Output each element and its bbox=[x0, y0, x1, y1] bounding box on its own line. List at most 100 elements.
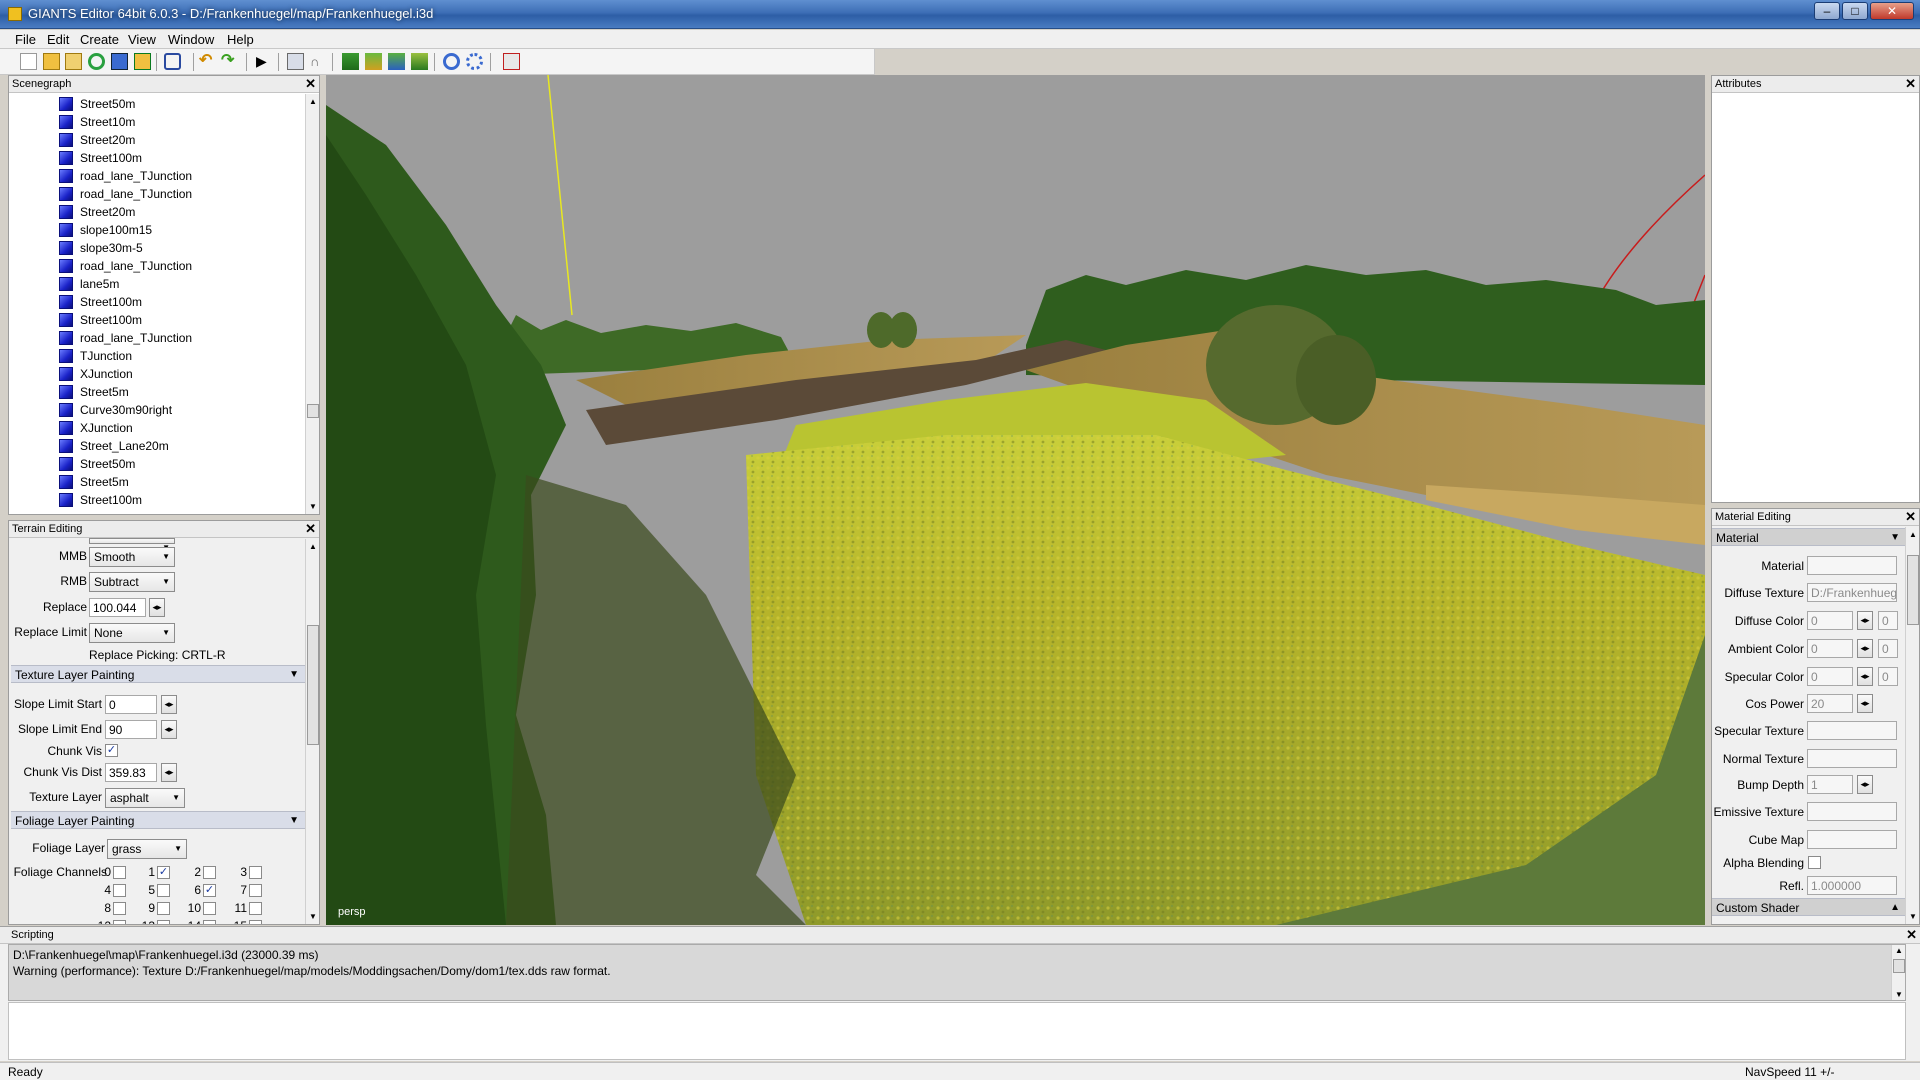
scroll-up-icon[interactable]: ▲ bbox=[306, 97, 320, 106]
scenegraph-node[interactable]: Street50m bbox=[59, 455, 135, 473]
specular-texture-field[interactable] bbox=[1807, 721, 1897, 740]
terrain-close-icon[interactable]: ✕ bbox=[305, 521, 316, 537]
specular-color-field-2[interactable]: 0 bbox=[1878, 667, 1898, 686]
scenegraph-node[interactable]: Curve30m90right bbox=[59, 401, 172, 419]
material-scrollbar[interactable]: ▲ ▼ bbox=[1905, 527, 1919, 924]
chunk-vis-checkbox[interactable]: ✓ bbox=[105, 744, 118, 757]
slope-start-input[interactable]: 0 bbox=[105, 695, 157, 714]
diffuse-color-field[interactable]: 0 bbox=[1807, 611, 1853, 630]
replace-input[interactable]: 100.044 bbox=[89, 598, 146, 617]
scroll-up-icon[interactable]: ▲ bbox=[306, 542, 319, 551]
attributes-close-icon[interactable]: ✕ bbox=[1905, 76, 1916, 92]
scenegraph-close-icon[interactable]: ✕ bbox=[305, 76, 316, 92]
channel-checkbox[interactable] bbox=[157, 902, 170, 915]
bump-depth-spin-icon[interactable]: ◂▸ bbox=[1857, 775, 1873, 794]
scenegraph-node[interactable]: road_lane_TJunction bbox=[59, 329, 192, 347]
rotate-icon[interactable] bbox=[443, 53, 460, 70]
expand-icon[interactable]: ▲ bbox=[1890, 902, 1900, 913]
channel-checkbox[interactable] bbox=[203, 902, 216, 915]
minimize-button[interactable]: – bbox=[1814, 2, 1840, 20]
collapse-icon[interactable]: ▼ bbox=[289, 815, 299, 826]
play-icon[interactable]: ▶ bbox=[256, 53, 273, 70]
scenegraph-node[interactable]: TJunction bbox=[59, 347, 132, 365]
maximize-button[interactable]: □ bbox=[1842, 2, 1868, 20]
menu-view[interactable]: View bbox=[128, 32, 156, 47]
slope-start-spin-icon[interactable]: ◂▸ bbox=[161, 695, 177, 714]
material-section[interactable]: Material ▼ bbox=[1712, 528, 1906, 546]
specular-color-field[interactable]: 0 bbox=[1807, 667, 1853, 686]
undo-icon[interactable]: ↶ bbox=[199, 53, 216, 70]
menu-window[interactable]: Window bbox=[168, 32, 214, 47]
diffuse-texture-field[interactable]: D:/Frankenhueg bbox=[1807, 583, 1897, 602]
channel-checkbox[interactable] bbox=[249, 920, 262, 924]
scroll-down-icon[interactable]: ▼ bbox=[306, 502, 320, 511]
save-icon[interactable] bbox=[111, 53, 128, 70]
scenegraph-node[interactable]: Street10m bbox=[59, 113, 135, 131]
terrain-scrollbar[interactable]: ▲ ▼ bbox=[305, 539, 319, 924]
output-scrollbar[interactable]: ▲ ▼ bbox=[1891, 945, 1905, 1000]
texture-layer-select[interactable]: asphalt bbox=[105, 788, 185, 808]
channel-checkbox[interactable] bbox=[203, 866, 216, 879]
custom-shader-section[interactable]: Custom Shader ▲ bbox=[1712, 898, 1906, 916]
settings-icon[interactable] bbox=[466, 53, 483, 70]
channel-checkbox[interactable] bbox=[113, 884, 126, 897]
menu-create[interactable]: Create bbox=[80, 32, 119, 47]
scenegraph-node[interactable]: Street20m bbox=[59, 203, 135, 221]
scenegraph-scrollbar[interactable]: ▲ ▼ bbox=[305, 94, 319, 514]
chunk-vis-dist-input[interactable]: 359.83 bbox=[105, 763, 157, 782]
new-icon[interactable] bbox=[20, 53, 37, 70]
scenegraph-node[interactable]: Street5m bbox=[59, 473, 129, 491]
channel-checkbox[interactable] bbox=[249, 902, 262, 915]
diffuse-color-field-2[interactable]: 0 bbox=[1878, 611, 1898, 630]
scenegraph-node[interactable]: Street100m bbox=[59, 491, 142, 509]
bump-depth-field[interactable]: 1 bbox=[1807, 775, 1853, 794]
ambient-color-field-2[interactable]: 0 bbox=[1878, 639, 1898, 658]
normal-texture-field[interactable] bbox=[1807, 749, 1897, 768]
foliage-layer-section[interactable]: Foliage Layer Painting ▼ bbox=[11, 811, 305, 829]
scenegraph-node[interactable]: Street50m bbox=[59, 95, 135, 113]
channel-checkbox[interactable] bbox=[113, 920, 126, 924]
delete-icon[interactable] bbox=[503, 53, 520, 70]
channel-checkbox[interactable] bbox=[157, 884, 170, 897]
channel-checkbox[interactable]: ✓ bbox=[203, 884, 216, 897]
scroll-thumb[interactable] bbox=[1907, 555, 1919, 625]
select-icon[interactable] bbox=[287, 53, 304, 70]
foliage-icon[interactable] bbox=[388, 53, 405, 70]
scroll-thumb[interactable] bbox=[307, 625, 319, 745]
scenegraph-node[interactable]: Street100m bbox=[59, 149, 142, 167]
cos-power-field[interactable]: 20 bbox=[1807, 694, 1853, 713]
scenegraph-node[interactable]: road_lane_TJunction bbox=[59, 167, 192, 185]
script-input-area[interactable] bbox=[8, 1002, 1906, 1060]
channel-checkbox[interactable] bbox=[113, 902, 126, 915]
scroll-down-icon[interactable]: ▼ bbox=[306, 912, 319, 921]
mmb-select[interactable]: Smooth bbox=[89, 547, 175, 567]
close-button[interactable]: ✕ bbox=[1870, 2, 1914, 20]
cube-map-field[interactable] bbox=[1807, 830, 1897, 849]
channel-checkbox[interactable]: ✓ bbox=[157, 866, 170, 879]
channel-checkbox[interactable] bbox=[249, 866, 262, 879]
edit-icon[interactable] bbox=[65, 53, 82, 70]
import-icon[interactable] bbox=[164, 53, 181, 70]
scripting-output[interactable]: D:\Frankenhuegel\map\Frankenhuegel.i3d (… bbox=[8, 944, 1906, 1001]
material-field[interactable] bbox=[1807, 556, 1897, 575]
partial-combo[interactable] bbox=[89, 538, 175, 552]
move-icon[interactable]: ∩ bbox=[310, 53, 327, 70]
tree-icon[interactable] bbox=[411, 53, 428, 70]
slope-end-spin-icon[interactable]: ◂▸ bbox=[161, 720, 177, 739]
scenegraph-node[interactable]: slope100m15 bbox=[59, 221, 152, 239]
scenegraph-node[interactable]: Street100m bbox=[59, 293, 142, 311]
slope-end-input[interactable]: 90 bbox=[105, 720, 157, 739]
scenegraph-node[interactable]: road_lane_TJunction bbox=[59, 257, 192, 275]
channel-checkbox[interactable] bbox=[157, 920, 170, 924]
replace-spin-icon[interactable]: ◂▸ bbox=[149, 598, 165, 617]
collapse-icon[interactable]: ▼ bbox=[1890, 532, 1900, 543]
chunk-vis-dist-spin-icon[interactable]: ◂▸ bbox=[161, 763, 177, 782]
replace-limit-select[interactable]: None bbox=[89, 623, 175, 643]
terrain-icon[interactable] bbox=[342, 53, 359, 70]
scroll-down-icon[interactable]: ▼ bbox=[1906, 912, 1919, 921]
scroll-up-icon[interactable]: ▲ bbox=[1906, 530, 1919, 539]
menu-help[interactable]: Help bbox=[227, 32, 254, 47]
reload-icon[interactable] bbox=[88, 53, 105, 70]
3d-viewport[interactable]: persp bbox=[326, 75, 1705, 925]
specular-color-spin-icon[interactable]: ◂▸ bbox=[1857, 667, 1873, 686]
